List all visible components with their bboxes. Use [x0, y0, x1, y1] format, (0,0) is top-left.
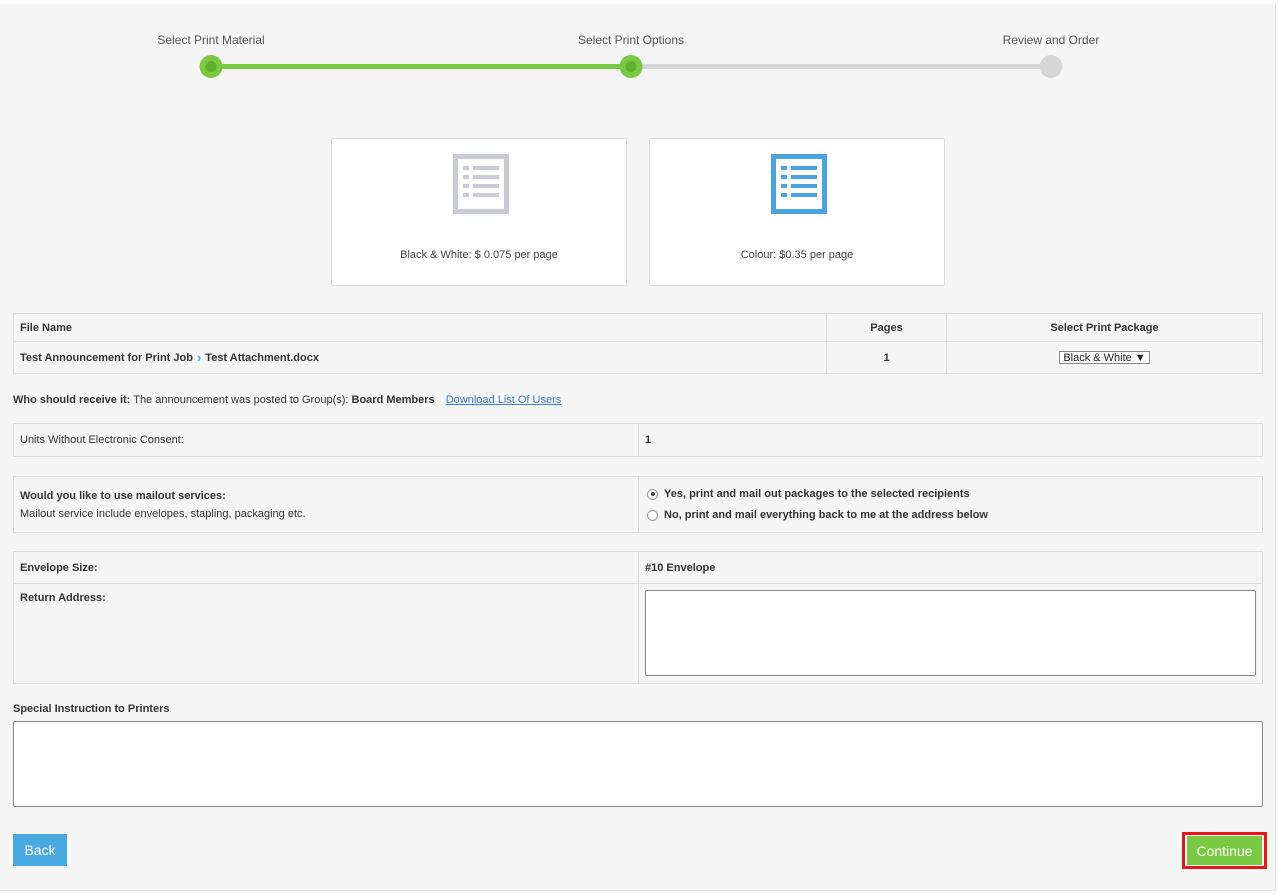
recipients-group: Board Members [351, 394, 435, 406]
step-dot-select-print-material[interactable] [199, 55, 223, 78]
stepper-track-complete [211, 64, 631, 69]
pages-header: Pages [827, 314, 947, 341]
mailout-options-cell: Yes, print and mail out packages to the … [639, 477, 1262, 532]
mailout-option-yes[interactable]: Yes, print and mail out packages to the … [647, 488, 970, 500]
radio-unselected-icon[interactable] [647, 509, 658, 521]
radio-selected-icon[interactable] [647, 488, 658, 500]
step-label-review-and-order: Review and Order [1002, 33, 1100, 47]
print-package-cell: Black & White ▼ [947, 342, 1262, 373]
return-address-cell [639, 584, 1262, 683]
mailout-question-cell: Would you like to use mailout services: … [14, 477, 639, 532]
file-name-header: File Name [14, 314, 827, 341]
stepper-track-pending [631, 64, 1051, 69]
consent-label: Units Without Electronic Consent: [14, 424, 639, 456]
special-instructions-textarea[interactable] [13, 721, 1263, 807]
continue-button-highlight: Continue [1182, 832, 1267, 869]
recipients-line: Who should receive it: The announcement … [13, 394, 561, 406]
envelope-table: Envelope Size: #10 Envelope Return Addre… [13, 551, 1263, 684]
back-button[interactable]: Back [13, 834, 67, 866]
mailout-description: Mailout service include envelopes, stapl… [20, 507, 306, 520]
step-dot-review-and-order [1039, 55, 1063, 78]
table-row: Return Address: [14, 584, 1262, 683]
table-row: Test Announcement for Print Job › Test A… [14, 342, 1262, 373]
mailout-option-yes-label: Yes, print and mail out packages to the … [664, 488, 970, 500]
envelope-size-value: #10 Envelope [645, 561, 716, 574]
attachment-name: Test Attachment.docx [205, 351, 319, 364]
mailout-question: Would you like to use mailout services: [20, 489, 226, 502]
file-table-header: File Name Pages Select Print Package [14, 314, 1262, 342]
colour-option-card[interactable]: Colour: $0.35 per page [649, 138, 945, 286]
mailout-table: Would you like to use mailout services: … [13, 476, 1263, 533]
pages-cell: 1 [827, 342, 947, 373]
mailout-option-no-label: No, print and mail everything back to me… [664, 509, 988, 521]
print-package-selected-value: Black & White [1063, 351, 1132, 364]
mailout-option-no[interactable]: No, print and mail everything back to me… [647, 509, 988, 521]
return-address-textarea[interactable] [645, 590, 1256, 676]
document-list-icon [771, 154, 827, 214]
print-options-panel: Select Print Material Select Print Optio… [0, 3, 1276, 891]
step-dot-select-print-options[interactable] [619, 55, 643, 78]
table-row: Units Without Electronic Consent: 1 [14, 424, 1262, 456]
table-row: Would you like to use mailout services: … [14, 477, 1262, 532]
table-row: Envelope Size: #10 Envelope [14, 552, 1262, 584]
file-table: File Name Pages Select Print Package Tes… [13, 313, 1263, 374]
recipients-label: Who should receive it: [13, 394, 131, 406]
print-package-header: Select Print Package [1050, 321, 1159, 334]
consent-value: 1 [645, 434, 652, 446]
file-name-cell: Test Announcement for Print Job › Test A… [14, 342, 827, 373]
consent-table: Units Without Electronic Consent: 1 [13, 423, 1263, 457]
document-list-icon [453, 154, 509, 214]
envelope-size-label: Envelope Size: [14, 552, 639, 583]
black-white-option-card[interactable]: Black & White: $ 0.075 per page [331, 138, 627, 286]
announcement-name: Test Announcement for Print Job [20, 351, 193, 364]
step-label-select-print-material: Select Print Material [157, 33, 265, 47]
dropdown-arrow-icon: ▼ [1134, 351, 1146, 364]
progress-stepper: Select Print Material Select Print Optio… [0, 3, 1276, 93]
black-white-price-label: Black & White: $ 0.075 per page [400, 249, 558, 261]
return-address-label: Return Address: [14, 584, 639, 683]
special-instructions-label: Special Instruction to Printers [13, 703, 170, 715]
colour-price-label: Colour: $0.35 per page [740, 249, 854, 261]
print-package-select[interactable]: Black & White ▼ [1059, 351, 1150, 364]
chevron-right-icon: › [196, 350, 202, 365]
recipients-text: The announcement was posted to Group(s): [133, 394, 349, 406]
download-list-of-users-link[interactable]: Download List Of Users [446, 394, 562, 406]
step-label-select-print-options: Select Print Options [577, 33, 685, 47]
continue-button[interactable]: Continue [1187, 836, 1262, 865]
